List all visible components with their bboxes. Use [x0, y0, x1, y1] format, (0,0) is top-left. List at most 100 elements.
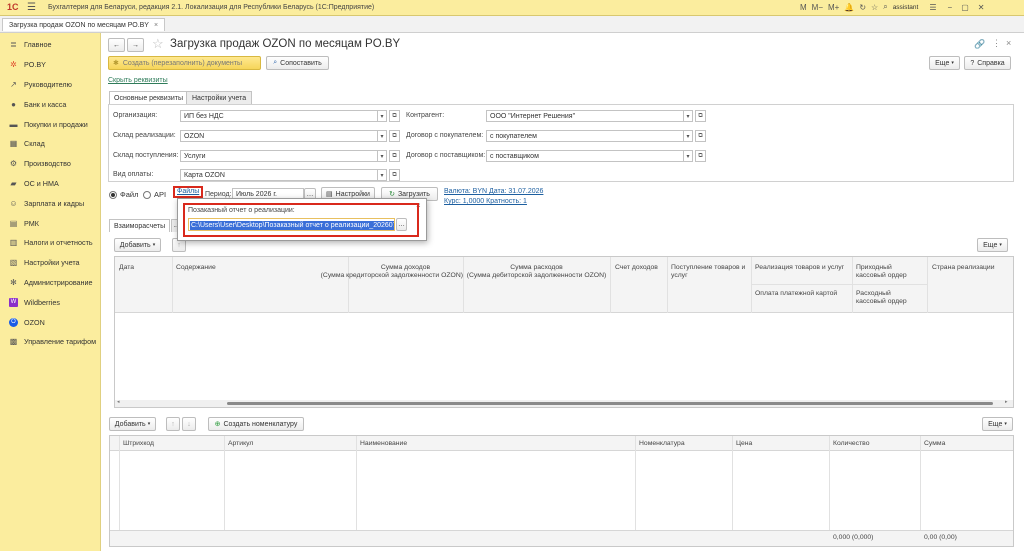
horizontal-scrollbar[interactable]: ◂ ▸	[115, 399, 1013, 407]
col-nomenclature[interactable]: Номенклатура	[639, 440, 685, 448]
col-receipt-line1[interactable]: Поступление товаров и	[671, 264, 745, 272]
buyer-contract-dropdown[interactable]: ▾	[684, 130, 693, 142]
col-income-account[interactable]: Счет доходов	[615, 264, 658, 272]
more-button-table2[interactable]: Еще ▾	[982, 417, 1013, 431]
back-button[interactable]: ←	[108, 38, 125, 52]
contractor-field[interactable]: ООО "Интернет Решения"	[486, 110, 684, 122]
col-name[interactable]: Наименование	[360, 440, 407, 448]
col-rko-line1[interactable]: Расходный	[856, 290, 891, 298]
tab-ozon-import[interactable]: Загрузка продаж OZON по месяцам РО.BY ×	[2, 18, 166, 31]
contractor-dropdown[interactable]: ▾	[684, 110, 693, 122]
help-button[interactable]: ? Справка	[964, 56, 1011, 70]
sidebar-item-ozon[interactable]: O OZON	[0, 312, 100, 332]
more-button-table1[interactable]: Еще ▾	[977, 238, 1008, 252]
pay-type-field[interactable]: Карта OZON	[180, 169, 378, 181]
file-radio[interactable]: Файл	[109, 190, 138, 199]
sidebar-item-tariff[interactable]: ▩ Управление тарифом	[0, 332, 100, 352]
col-price[interactable]: Цена	[736, 440, 752, 448]
search-icon[interactable]: ⌕	[883, 2, 887, 12]
api-radio[interactable]: API	[143, 190, 166, 199]
org-open-icon[interactable]: ⧉	[389, 110, 400, 122]
col-content[interactable]: Содержание	[176, 264, 216, 272]
form-menu-icon[interactable]: ⋮	[992, 38, 1001, 49]
sidebar-item-poby[interactable]: ✲ PO.BY	[0, 55, 100, 75]
files-link[interactable]: Файлы	[177, 188, 199, 195]
col-barcode[interactable]: Штрихкод	[123, 440, 154, 448]
sidebar-item-rmk[interactable]: ▤ РМК	[0, 213, 100, 233]
products-table[interactable]: Штрихкод Артикул Наименование Номенклату…	[109, 435, 1014, 547]
minimize-icon[interactable]: −	[948, 3, 953, 12]
col-pko-line1[interactable]: Приходный	[856, 264, 892, 272]
star-icon[interactable]: ☆	[871, 3, 878, 12]
move-up-button-2[interactable]: ↑	[166, 417, 180, 431]
settings-menu-icon[interactable]: ☰	[929, 3, 936, 12]
create-nomenclature-button[interactable]: ⊕ Создать номенклатуру	[208, 417, 304, 431]
col-date[interactable]: Дата	[119, 264, 134, 272]
sidebar-item-main[interactable]: ≣ Главное	[0, 35, 100, 55]
col-expense-line1[interactable]: Сумма расходов	[463, 264, 610, 272]
add-button[interactable]: Добавить ▾	[114, 238, 161, 252]
user-name[interactable]: assistant	[893, 4, 919, 11]
col-pko-line2[interactable]: кассовый ордер	[856, 272, 907, 280]
sidebar-item-taxes[interactable]: ▥ Налоги и отчетность	[0, 233, 100, 253]
more-button[interactable]: Еще ▾	[929, 56, 960, 70]
currency-link[interactable]: Валюта: BYN Дата: 31.07.2026	[444, 188, 543, 195]
memory-plus-icon[interactable]: M+	[828, 3, 839, 12]
pay-type-open-icon[interactable]: ⧉	[389, 169, 400, 181]
col-rko-line2[interactable]: кассовый ордер	[856, 298, 907, 306]
col-receipt-line2[interactable]: услуг	[671, 272, 688, 280]
sidebar-item-salary[interactable]: ☺ Зарплата и кадры	[0, 193, 100, 213]
compare-button[interactable]: ⌕ Сопоставить	[266, 56, 329, 70]
col-quantity[interactable]: Количество	[833, 440, 870, 448]
org-field[interactable]: ИП без НДС	[180, 110, 378, 122]
tab-settlements[interactable]: Взаиморасчеты	[109, 219, 171, 232]
scroll-right-icon[interactable]: ▸	[1005, 399, 1008, 405]
col-country[interactable]: Страна реализации	[932, 264, 995, 272]
props-tab-main[interactable]: Основные реквизиты	[109, 91, 188, 104]
sidebar-item-bank[interactable]: ● Банк и касса	[0, 94, 100, 114]
forward-button[interactable]: →	[127, 38, 144, 52]
props-tab-settings[interactable]: Настройки учета	[186, 91, 253, 104]
close-icon[interactable]: ✕	[978, 3, 985, 12]
restore-icon[interactable]: ▢	[961, 3, 969, 12]
main-menu-icon[interactable]: ☰	[27, 2, 36, 13]
col-expense-line2[interactable]: (Сумма дебиторской задолженности OZON)	[463, 272, 610, 280]
col-article[interactable]: Артикул	[228, 440, 253, 448]
stock-in-open-icon[interactable]: ⧉	[389, 150, 400, 162]
memory-icon[interactable]: M	[800, 3, 807, 12]
sidebar-item-purchases[interactable]: ▬ Покупки и продажи	[0, 114, 100, 134]
supplier-contract-open-icon[interactable]: ⧉	[695, 150, 706, 162]
create-documents-button[interactable]: ✱ Создать (перезаполнить) документы	[108, 56, 261, 70]
bell-icon[interactable]: 🔔	[844, 3, 854, 12]
sidebar-item-accounting-settings[interactable]: ▧ Настройки учета	[0, 253, 100, 273]
col-card-payment[interactable]: Оплата платежной картой	[755, 290, 837, 298]
contractor-open-icon[interactable]: ⧉	[695, 110, 706, 122]
col-sum[interactable]: Сумма	[924, 440, 945, 448]
favorite-star-icon[interactable]: ☆	[152, 36, 164, 52]
sidebar-item-production[interactable]: ⚙ Производство	[0, 154, 100, 174]
hide-props-link[interactable]: Скрыть реквизиты	[108, 77, 168, 84]
col-sales[interactable]: Реализация товаров и услуг	[755, 264, 844, 272]
stock-out-open-icon[interactable]: ⧉	[389, 130, 400, 142]
buyer-contract-field[interactable]: с покупателем	[486, 130, 684, 142]
settlements-table[interactable]: Дата Содержание Сумма доходов (Сумма кре…	[114, 256, 1014, 408]
stock-out-dropdown[interactable]: ▾	[378, 130, 387, 142]
supplier-contract-field[interactable]: с поставщиком	[486, 150, 684, 162]
scrollbar-thumb[interactable]	[227, 402, 993, 405]
add-button-2[interactable]: Добавить ▾	[109, 417, 156, 431]
stock-in-field[interactable]: Услуги	[180, 150, 378, 162]
form-close-icon[interactable]: ×	[1006, 38, 1011, 48]
sidebar-item-wildberries[interactable]: W Wildberries	[0, 292, 100, 312]
col-income-line2[interactable]: (Сумма кредиторской задолженности OZON)	[291, 272, 463, 280]
memory-minus-icon[interactable]: M−	[812, 3, 823, 12]
sidebar-item-admin[interactable]: ✻ Администрирование	[0, 273, 100, 293]
sidebar-item-manager[interactable]: ↗ Руководителю	[0, 75, 100, 95]
report-path-field[interactable]: C:\Users\User\Desktop\Позаказный отчет о…	[188, 218, 395, 231]
buyer-contract-open-icon[interactable]: ⧉	[695, 130, 706, 142]
scroll-left-icon[interactable]: ◂	[117, 399, 120, 405]
history-icon[interactable]: ↻	[859, 3, 866, 12]
browse-button[interactable]: …	[396, 218, 407, 231]
org-dropdown[interactable]: ▾	[378, 110, 387, 122]
col-income-line1[interactable]: Сумма доходов	[348, 264, 463, 272]
sidebar-item-warehouse[interactable]: ▦ Склад	[0, 134, 100, 154]
